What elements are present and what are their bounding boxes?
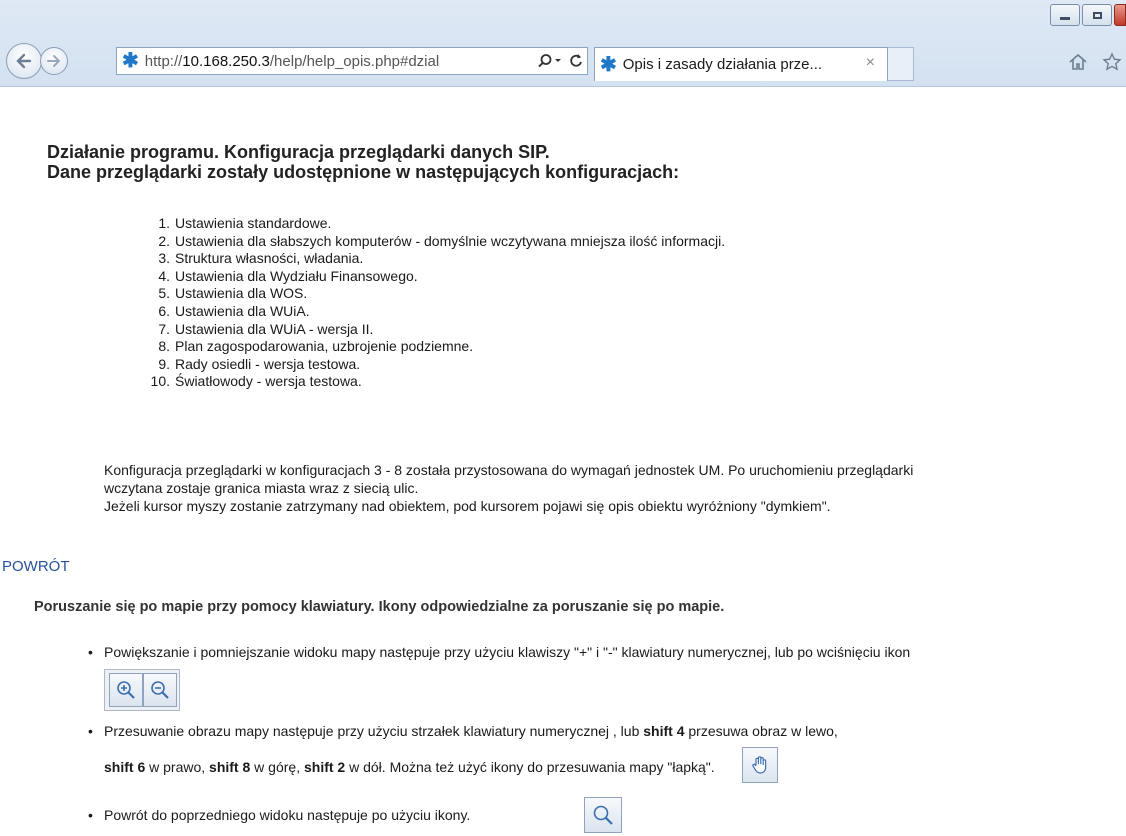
heading-line-1: Działanie programu. Konfiguracja przeglą…	[47, 142, 550, 162]
home-icon	[1069, 53, 1087, 70]
zoom-icon-group	[104, 669, 180, 711]
zoom-in-button[interactable]	[109, 673, 143, 707]
list-item: 10. Światłowody - wersja testowa.	[150, 373, 362, 390]
section-heading: Poruszanie się po mapie przy pomocy klaw…	[34, 599, 725, 615]
list-item: • Powrót do poprzedniego widoku następuje…	[88, 807, 471, 823]
new-tab-button[interactable]	[888, 47, 914, 81]
close-window-button[interactable]	[1114, 4, 1126, 26]
home-button[interactable]	[1068, 52, 1088, 77]
refresh-icon	[570, 54, 582, 67]
url-host: 10.168.250.3	[182, 52, 270, 70]
config-list: 1. Ustawienia standardowe. 2. Ustawienia d…	[140, 215, 726, 391]
previous-view-button[interactable]	[584, 797, 622, 833]
tab-favicon-icon: ✱	[600, 53, 617, 76]
zoom-in-icon	[117, 681, 135, 699]
page-title: Działanie programu. Konfiguracja przeglą…	[47, 142, 679, 182]
zoom-out-button[interactable]	[143, 673, 177, 707]
tab-active[interactable]: ✱ Opis i zasady działania prze... ×	[594, 47, 888, 81]
config-description: Konfiguracja przeglądarki w konfiguracja…	[104, 461, 913, 515]
key-label: shift 4	[643, 723, 685, 739]
toolbar-right	[1068, 52, 1122, 77]
description-line: wczytana zostaje granica miasta wraz z s…	[104, 480, 419, 496]
arrow-left-icon	[16, 53, 32, 69]
list-item: 7. Ustawienia dla WUiA - wersja II.	[158, 320, 374, 337]
description-line: Konfiguracja przeglądarki w konfiguracja…	[104, 462, 914, 478]
hand-icon	[752, 756, 767, 774]
maximize-button[interactable]	[1082, 4, 1112, 26]
key-label: shift 2	[303, 759, 346, 775]
address-bar[interactable]: ✱ http://10.168.250.3/help/help_opis.php…	[116, 47, 588, 75]
star-icon	[1102, 52, 1122, 71]
list-item: 6. Ustawienia dla WUiA.	[158, 302, 310, 319]
address-tools	[531, 50, 583, 72]
pan-button[interactable]	[742, 747, 778, 783]
list-item: 1. Ustawienia standardowe.	[158, 215, 332, 231]
forward-button[interactable]	[40, 47, 68, 75]
arrow-right-icon	[47, 55, 61, 67]
magnifier-icon	[593, 805, 613, 825]
zoom-out-icon	[151, 681, 169, 699]
list-item: 5. Ustawienia dla WOS.	[158, 285, 308, 302]
chevron-down-icon	[555, 59, 561, 62]
tab-title: Opis i zasady działania prze...	[622, 56, 823, 73]
back-button[interactable]	[6, 43, 42, 79]
key-label: shift 8	[209, 759, 251, 775]
list-item: 4. Ustawienia dla Wydziału Finansowego.	[158, 267, 418, 284]
search-icon	[538, 54, 552, 68]
description-line: Jeżeli kursor myszy zostanie zatrzymany …	[104, 498, 831, 514]
search-dropdown-button[interactable]	[537, 53, 563, 69]
list-item: 2. Ustawienia dla słabszych komputerów - …	[158, 232, 726, 249]
bullet-mark: •	[88, 723, 93, 739]
window-controls	[1048, 4, 1126, 26]
back-link[interactable]: POWRÓT	[2, 558, 70, 575]
site-favicon-icon: ✱	[122, 50, 139, 72]
url-path: /help/help_opis.php#dzial	[269, 52, 440, 70]
bullet-mark: •	[88, 807, 93, 823]
list-item: • Powiększanie i pomniejszanie widoku map…	[88, 644, 911, 660]
heading-line-2: Dane przeglądarki zostały udostępnione w…	[47, 162, 680, 182]
list-item: 9. Rady osiedli - wersja testowa.	[158, 355, 361, 372]
url-scheme: http://	[144, 52, 183, 70]
bullet-mark: •	[88, 644, 93, 660]
refresh-button[interactable]	[569, 53, 583, 69]
page-content: Działanie programu. Konfiguracja przeglą…	[0, 87, 1126, 836]
list-item: 3. Struktura własności, władania.	[158, 250, 364, 267]
tab-close-icon[interactable]: ×	[866, 54, 875, 72]
list-item: • Przesuwanie obrazu mapy następuje przy …	[88, 723, 838, 739]
key-label: shift 6	[104, 759, 146, 775]
browser-chrome: ✱ http://10.168.250.3/help/help_opis.php…	[0, 0, 1126, 87]
list-item-continuation: shift 6 w prawo, shift 8 w górę, shift 2…	[104, 759, 715, 775]
favorites-button[interactable]	[1102, 52, 1122, 77]
list-item: 8. Plan zagospodarowania, uzbrojenie podz…	[158, 338, 474, 355]
minimize-button[interactable]	[1050, 4, 1080, 26]
